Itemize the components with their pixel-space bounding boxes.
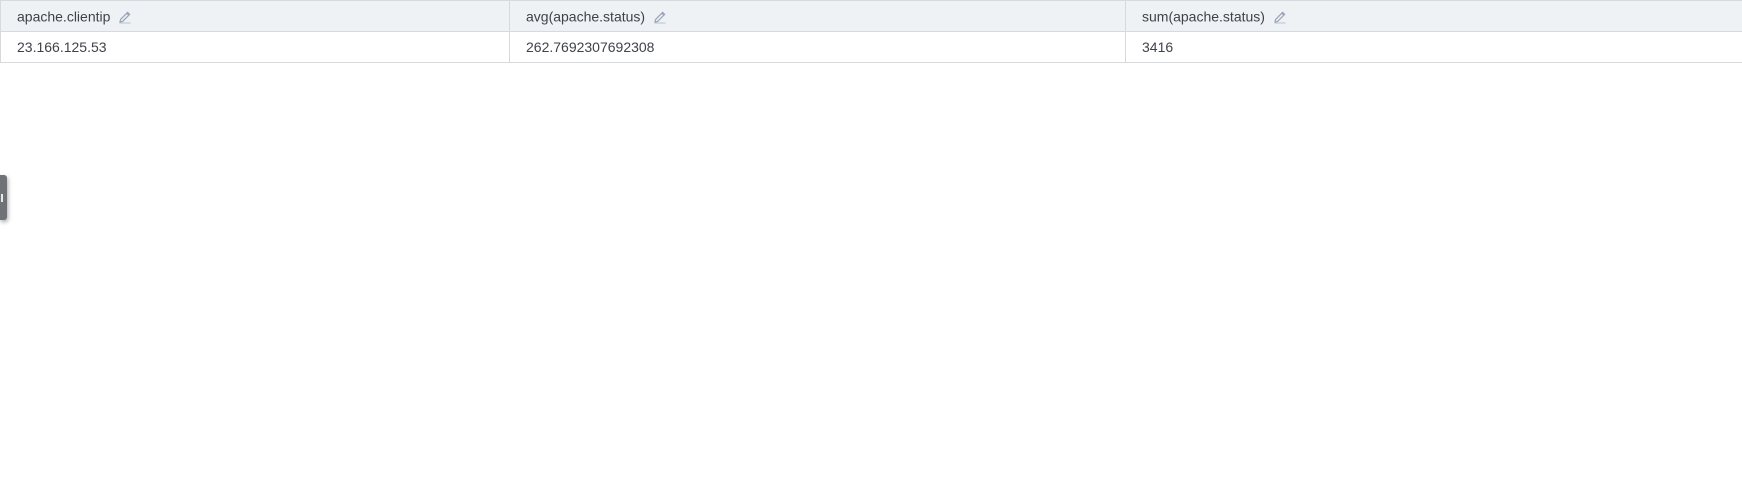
table-cell-clientip: 23.166.125.53 <box>0 31 510 63</box>
pencil-icon[interactable] <box>118 10 132 24</box>
column-header-avg-status[interactable]: avg(apache.status) <box>509 0 1126 32</box>
pencil-icon[interactable] <box>1273 10 1287 24</box>
column-header-clientip[interactable]: apache.clientip <box>0 0 510 32</box>
table-cell-sum-status: 3416 <box>1125 31 1742 63</box>
column-header-label: sum(apache.status) <box>1142 8 1265 25</box>
table-header-row: apache.clientip avg(apache.status) sum(a… <box>0 0 1742 32</box>
table-row: 23.166.125.53 262.7692307692308 3416 <box>0 31 1742 63</box>
column-header-label: apache.clientip <box>17 8 111 25</box>
results-table: apache.clientip avg(apache.status) sum(a… <box>0 0 1742 63</box>
column-header-sum-status[interactable]: sum(apache.status) <box>1125 0 1742 32</box>
side-panel-toggle-handle[interactable] <box>0 175 7 220</box>
table-cell-avg-status: 262.7692307692308 <box>509 31 1126 63</box>
grip-icon <box>1 194 3 202</box>
results-table-container: apache.clientip avg(apache.status) sum(a… <box>0 0 1742 63</box>
pencil-icon[interactable] <box>653 10 667 24</box>
column-header-label: avg(apache.status) <box>526 8 646 25</box>
